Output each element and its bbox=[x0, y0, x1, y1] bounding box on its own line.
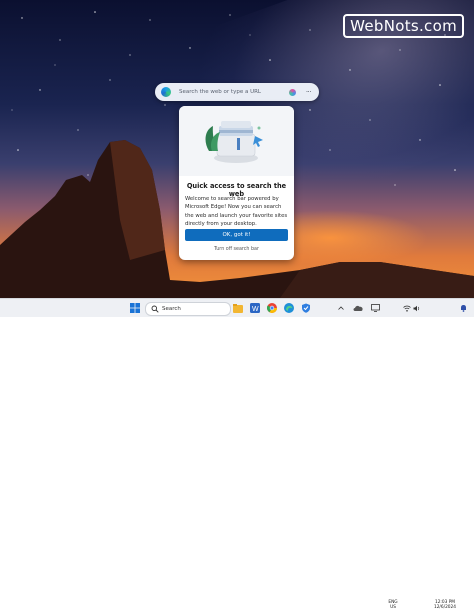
card-description: Welcome to search bar powered by Microso… bbox=[185, 196, 288, 227]
onboarding-card: Quick access to search the web Welcome t… bbox=[179, 106, 294, 260]
taskbar-search-box[interactable]: Search bbox=[145, 302, 231, 316]
taskbar: Search W ENG US 12:03 PM 12/6/2024 bbox=[0, 298, 474, 610]
wifi-icon[interactable] bbox=[403, 302, 411, 314]
search-icon bbox=[151, 305, 159, 313]
clock-date: 12/6/2024 bbox=[433, 605, 457, 610]
volume-icon[interactable] bbox=[413, 302, 421, 314]
search-bar-placeholder[interactable]: Search the web or type a URL bbox=[179, 89, 289, 95]
edge-search-bar[interactable]: Search the web or type a URL ··· bbox=[155, 83, 319, 101]
region-code: US bbox=[390, 605, 396, 610]
more-options-icon[interactable]: ··· bbox=[306, 88, 312, 96]
svg-text:W: W bbox=[252, 306, 259, 313]
onedrive-icon[interactable] bbox=[353, 302, 363, 314]
edge-icon[interactable] bbox=[284, 302, 294, 314]
edge-icon bbox=[161, 87, 171, 97]
notification-bell-icon[interactable] bbox=[459, 302, 467, 314]
turn-off-search-bar-link[interactable]: Turn off search bar bbox=[179, 247, 294, 252]
word-icon[interactable]: W bbox=[250, 302, 260, 314]
watermark-logo: WebNots.com bbox=[343, 14, 464, 38]
shield-icon[interactable] bbox=[301, 302, 311, 314]
illustration bbox=[179, 106, 294, 176]
input-language[interactable]: ENG US bbox=[386, 600, 400, 610]
ok-got-it-button[interactable]: OK, got it! bbox=[185, 229, 288, 241]
file-explorer-icon[interactable] bbox=[233, 302, 243, 314]
taskbar-search-label: Search bbox=[162, 306, 181, 312]
copilot-icon[interactable] bbox=[288, 88, 296, 96]
display-icon[interactable] bbox=[370, 302, 380, 314]
chevron-up-icon[interactable] bbox=[337, 302, 345, 314]
chrome-icon[interactable] bbox=[267, 302, 277, 314]
windows-start-icon[interactable] bbox=[129, 302, 141, 314]
clock[interactable]: 12:03 PM 12/6/2024 bbox=[433, 600, 457, 610]
